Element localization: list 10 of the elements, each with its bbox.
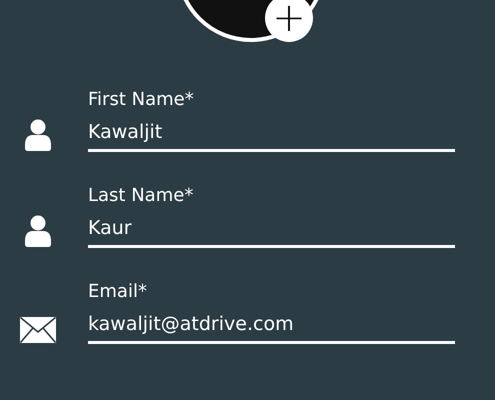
field-label: First Name*	[88, 88, 195, 112]
envelope-icon	[20, 317, 56, 343]
field-label: Last Name*	[88, 184, 194, 208]
field-label: Email*	[88, 280, 148, 304]
name-field[interactable]: Kawaljit	[88, 120, 455, 152]
add-photo-button[interactable]: +	[265, 0, 313, 42]
name-field[interactable]: Kaur	[88, 216, 455, 248]
person-icon	[25, 215, 51, 247]
email-field[interactable]: kawaljit@atdrive.com	[88, 312, 455, 344]
person-icon	[25, 119, 51, 151]
